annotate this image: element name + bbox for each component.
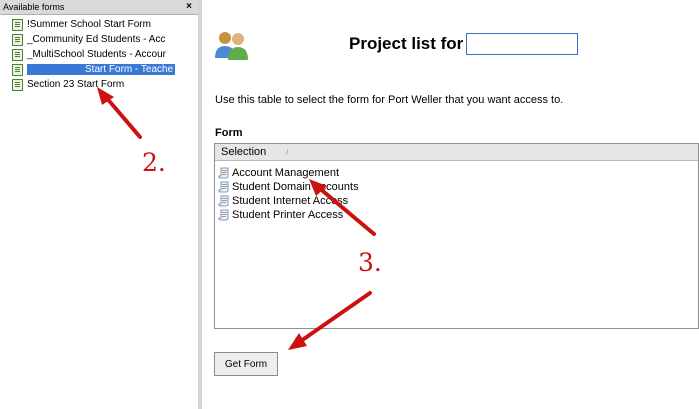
form-list-item[interactable]: _Community Ed Students - Acc [0,32,198,47]
form-scroll-icon [218,195,229,207]
sort-indicator-icon: / [286,148,289,157]
redacted-text [29,64,85,75]
table-rows: Account Management Student Domain Accoun… [215,161,698,222]
table-row-label: Account Management [232,167,340,179]
table-row[interactable]: Student Domain Accounts [215,180,698,194]
form-document-icon [12,18,23,31]
panel-header: Available forms × [0,0,198,15]
step-3-annotation: 3. [358,248,382,277]
table-row[interactable]: Student Printer Access [215,208,698,222]
form-list-item[interactable]: !Summer School Start Form [0,17,198,32]
table-row[interactable]: Student Internet Access [215,194,698,208]
main-panel: Project list for Use this table to selec… [206,0,699,409]
form-item-label: _Community Ed Students - Acc [27,34,166,45]
instructions-text: Use this table to select the form for Po… [215,94,564,106]
table-row-label: Student Domain Accounts [232,181,359,193]
available-forms-panel: Available forms × !Summer School Start F… [0,0,202,409]
step-2-annotation: 2. [142,148,166,177]
form-document-icon [12,78,23,91]
table-column-header[interactable]: Selection / [215,144,698,161]
form-list-item-selected[interactable]: Start Form - Teache [0,62,198,77]
table-row[interactable]: Account Management [215,166,698,180]
form-scroll-icon [218,209,229,221]
form-scroll-icon [218,181,229,193]
table-row-label: Student Printer Access [232,209,344,221]
form-item-label-selected: Start Form - Teache [27,64,176,75]
form-list-item[interactable]: Section 23 Start Form [0,77,198,92]
table-row-label: Student Internet Access [232,195,349,207]
project-name-input[interactable] [466,33,579,55]
panel-title: Available forms [3,2,65,12]
form-list: !Summer School Start Form _Community Ed … [0,15,198,92]
title-row: Project list for [349,33,579,55]
form-section-label: Form [215,127,243,139]
forms-table: Selection / Account Management Student D… [214,143,699,329]
form-item-label: _MultiSchool Students - Accour [27,49,166,60]
close-icon[interactable]: × [186,0,192,14]
get-form-button[interactable]: Get Form [214,352,278,376]
page-title: Project list for [349,34,464,53]
users-icon [215,32,248,60]
form-item-label: !Summer School Start Form [27,19,151,30]
form-document-icon [12,63,23,76]
column-header-selection: Selection [221,146,267,158]
form-item-label: Start Form - Teache [85,64,174,75]
form-document-icon [12,48,23,61]
form-document-icon [12,33,23,46]
form-list-item[interactable]: _MultiSchool Students - Accour [0,47,198,62]
form-scroll-icon [218,167,229,179]
form-item-label: Section 23 Start Form [27,79,125,90]
